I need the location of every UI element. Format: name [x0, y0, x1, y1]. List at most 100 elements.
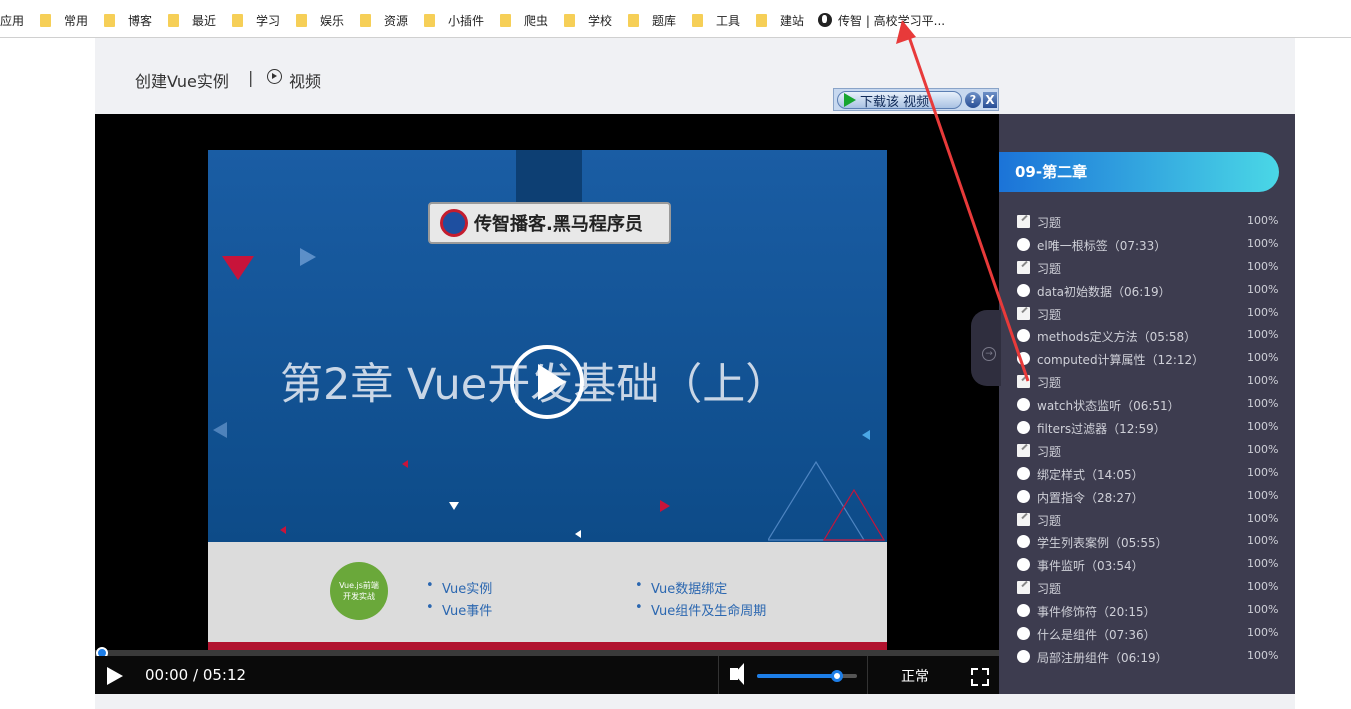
- speed-button[interactable]: 正常: [901, 666, 929, 686]
- video-status-icon: [1017, 237, 1030, 251]
- bookmark-item[interactable]: 小插件: [424, 12, 484, 28]
- logo-text: 传智播客.黑马程序员: [474, 214, 643, 235]
- bookmark-label: 学习: [256, 13, 281, 28]
- download-video-button[interactable]: 下载该 视频: [837, 91, 962, 110]
- lesson-name: 内置指令（28:27）: [1037, 490, 1144, 505]
- bookmark-label: 小插件: [448, 13, 485, 28]
- bookmark-label: 应用: [0, 13, 25, 28]
- video-frame[interactable]: 传智播客.黑马程序员 第2章 Vue开发基础（上） Vue.js前端 开发实战 …: [208, 150, 887, 656]
- lesson-name: 习题: [1037, 261, 1062, 276]
- lesson-item[interactable]: 习题 100%: [999, 303, 1295, 326]
- bookmark-item[interactable]: 建站: [756, 12, 804, 28]
- lesson-name: 习题: [1037, 376, 1062, 391]
- lesson-item[interactable]: 习题 100%: [999, 440, 1295, 463]
- volume-handle[interactable]: [831, 670, 843, 682]
- topic-item: Vue事件: [426, 600, 492, 619]
- triangle-decoration: [280, 526, 286, 534]
- lesson-name: 事件监听（03:54）: [1037, 559, 1144, 574]
- topic-item: Vue数据绑定: [635, 578, 727, 597]
- lesson-name: watch状态监听（06:51）: [1037, 399, 1180, 414]
- big-play-icon[interactable]: [510, 345, 584, 419]
- bookmark-item[interactable]: 爬虫: [500, 12, 548, 28]
- volume-control: [718, 656, 868, 694]
- lesson-name: computed计算属性（12:12）: [1037, 353, 1205, 368]
- fullscreen-icon[interactable]: [971, 668, 989, 686]
- bookmark-item[interactable]: 题库: [628, 12, 676, 28]
- bookmark-item[interactable]: 学习: [232, 12, 280, 28]
- download-play-icon: [844, 93, 856, 107]
- video-status-icon: [1017, 558, 1030, 572]
- volume-slider[interactable]: [757, 670, 857, 682]
- video-status-icon: [1017, 283, 1030, 297]
- course-badge: Vue.js前端 开发实战: [330, 562, 388, 620]
- lesson-item[interactable]: 习题 100%: [999, 509, 1295, 532]
- lesson-name: filters过滤器（12:59）: [1037, 422, 1166, 437]
- video-status-icon: [1017, 627, 1030, 641]
- bookmark-item[interactable]: 工具: [692, 12, 740, 28]
- slide-tab-decoration: [516, 150, 582, 202]
- bookmark-label: 娱乐: [320, 13, 345, 28]
- lesson-progress: 100%: [1247, 603, 1279, 617]
- quiz-icon: [1017, 443, 1030, 457]
- quiz-icon: [1017, 260, 1030, 274]
- chapter-heading[interactable]: 09-第二章: [999, 152, 1279, 192]
- download-label: 下载该 视频: [860, 94, 930, 110]
- lesson-item[interactable]: 习题 100%: [999, 211, 1295, 234]
- folder-icon: [628, 13, 639, 27]
- bookmark-item[interactable]: 常用: [40, 12, 88, 28]
- folder-icon: [40, 13, 51, 27]
- play-button[interactable]: [107, 667, 123, 685]
- bookmark-item[interactable]: 娱乐: [296, 12, 344, 28]
- folder-icon: [424, 13, 435, 27]
- lesson-header: 创建Vue实例 | 视频: [95, 38, 1295, 114]
- bookmark-item[interactable]: 传智 | 高校学习平...: [818, 12, 945, 28]
- lesson-item[interactable]: 学生列表案例（05:55） 100%: [999, 531, 1295, 554]
- bookmark-label: 传智 | 高校学习平...: [838, 13, 946, 28]
- bookmark-item[interactable]: 学校: [564, 12, 612, 28]
- lesson-name: data初始数据（06:19）: [1037, 284, 1171, 299]
- help-button[interactable]: ?: [965, 92, 981, 108]
- time-display: 00:00 / 05:12: [145, 666, 247, 684]
- lesson-item[interactable]: 习题 100%: [999, 371, 1295, 394]
- quiz-icon: [1017, 581, 1030, 595]
- lesson-item[interactable]: el唯一根标签（07:33） 100%: [999, 234, 1295, 257]
- play-circle-icon: [267, 69, 282, 84]
- lesson-progress: 100%: [1247, 488, 1279, 502]
- lesson-item[interactable]: 习题 100%: [999, 257, 1295, 280]
- bookmark-label: 爬虫: [524, 13, 549, 28]
- triangle-decoration: [862, 430, 870, 440]
- lesson-progress: 100%: [1247, 259, 1279, 273]
- folder-icon: [168, 13, 179, 27]
- volume-icon[interactable]: [730, 663, 744, 685]
- lesson-item[interactable]: 习题 100%: [999, 577, 1295, 600]
- lesson-item[interactable]: 局部注册组件（06:19） 100%: [999, 646, 1295, 669]
- lesson-item[interactable]: computed计算属性（12:12） 100%: [999, 348, 1295, 371]
- topic-item: Vue组件及生命周期: [635, 600, 766, 619]
- lesson-item[interactable]: 绑定样式（14:05） 100%: [999, 463, 1295, 486]
- bookmark-item[interactable]: 资源: [360, 12, 408, 28]
- lesson-item[interactable]: 事件监听（03:54） 100%: [999, 554, 1295, 577]
- close-button[interactable]: X: [983, 92, 997, 108]
- lesson-item[interactable]: filters过滤器（12:59） 100%: [999, 417, 1295, 440]
- bookmark-apps[interactable]: 应用: [0, 12, 24, 28]
- triangle-decoration: [575, 530, 581, 538]
- arrow-right-icon[interactable]: →: [982, 347, 996, 361]
- lesson-item[interactable]: methods定义方法（05:58） 100%: [999, 325, 1295, 348]
- quiz-icon: [1017, 512, 1030, 526]
- video-status-icon: [1017, 466, 1030, 480]
- lesson-name: 事件修饰符（20:15）: [1037, 605, 1156, 620]
- lesson-item[interactable]: 事件修饰符（20:15） 100%: [999, 600, 1295, 623]
- bookmark-item[interactable]: 博客: [104, 12, 152, 28]
- lesson-item[interactable]: 内置指令（28:27） 100%: [999, 486, 1295, 509]
- folder-icon: [232, 13, 243, 27]
- lesson-item[interactable]: watch状态监听（06:51） 100%: [999, 394, 1295, 417]
- folder-icon: [296, 13, 307, 27]
- lesson-item[interactable]: data初始数据（06:19） 100%: [999, 280, 1295, 303]
- video-status-icon: [1017, 329, 1030, 343]
- video-status-icon: [1017, 398, 1030, 412]
- lesson-name: 绑定样式（14:05）: [1037, 467, 1144, 482]
- bookmark-item[interactable]: 最近: [168, 12, 216, 28]
- lesson-item[interactable]: 什么是组件（07:36） 100%: [999, 623, 1295, 646]
- lesson-title: 创建Vue实例: [135, 72, 229, 91]
- video-player[interactable]: 传智播客.黑马程序员 第2章 Vue开发基础（上） Vue.js前端 开发实战 …: [95, 114, 999, 694]
